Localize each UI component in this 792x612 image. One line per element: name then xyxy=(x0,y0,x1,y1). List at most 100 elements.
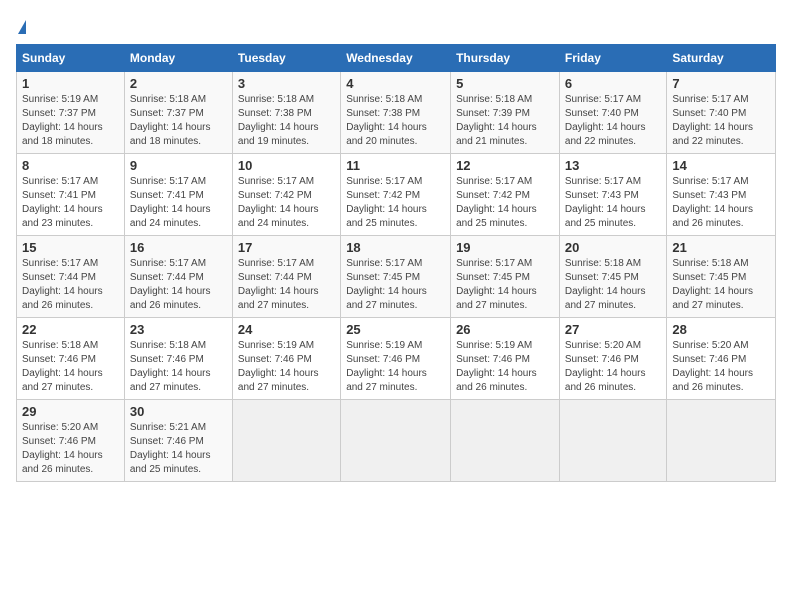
day-info: Sunrise: 5:17 AM Sunset: 7:45 PM Dayligh… xyxy=(456,257,554,313)
day-info: Sunrise: 5:17 AM Sunset: 7:44 PM Dayligh… xyxy=(238,257,335,313)
day-info: Sunrise: 5:19 AM Sunset: 7:46 PM Dayligh… xyxy=(346,339,445,395)
weekday-header-wednesday: Wednesday xyxy=(341,45,451,72)
calendar-day-cell: 3 Sunrise: 5:18 AM Sunset: 7:38 PM Dayli… xyxy=(232,72,340,154)
calendar-day-cell: 4 Sunrise: 5:18 AM Sunset: 7:38 PM Dayli… xyxy=(341,72,451,154)
calendar-day-cell: 22 Sunrise: 5:18 AM Sunset: 7:46 PM Dayl… xyxy=(17,318,125,400)
day-number: 9 xyxy=(130,158,227,173)
day-info: Sunrise: 5:18 AM Sunset: 7:45 PM Dayligh… xyxy=(565,257,661,313)
day-number: 11 xyxy=(346,158,445,173)
logo-general xyxy=(16,16,26,36)
calendar-day-cell: 9 Sunrise: 5:17 AM Sunset: 7:41 PM Dayli… xyxy=(124,154,232,236)
day-number: 3 xyxy=(238,76,335,91)
weekday-header-sunday: Sunday xyxy=(17,45,125,72)
calendar-week-row: 1 Sunrise: 5:19 AM Sunset: 7:37 PM Dayli… xyxy=(17,72,776,154)
day-number: 24 xyxy=(238,322,335,337)
calendar-day-cell: 6 Sunrise: 5:17 AM Sunset: 7:40 PM Dayli… xyxy=(559,72,666,154)
calendar-day-cell: 20 Sunrise: 5:18 AM Sunset: 7:45 PM Dayl… xyxy=(559,236,666,318)
day-info: Sunrise: 5:18 AM Sunset: 7:46 PM Dayligh… xyxy=(130,339,227,395)
empty-cell xyxy=(559,400,666,482)
calendar-day-cell: 24 Sunrise: 5:19 AM Sunset: 7:46 PM Dayl… xyxy=(232,318,340,400)
day-number: 1 xyxy=(22,76,119,91)
weekday-header-saturday: Saturday xyxy=(667,45,776,72)
day-number: 6 xyxy=(565,76,661,91)
day-info: Sunrise: 5:19 AM Sunset: 7:37 PM Dayligh… xyxy=(22,93,119,149)
day-info: Sunrise: 5:17 AM Sunset: 7:41 PM Dayligh… xyxy=(22,175,119,231)
calendar-day-cell: 25 Sunrise: 5:19 AM Sunset: 7:46 PM Dayl… xyxy=(341,318,451,400)
day-info: Sunrise: 5:17 AM Sunset: 7:43 PM Dayligh… xyxy=(672,175,770,231)
day-info: Sunrise: 5:19 AM Sunset: 7:46 PM Dayligh… xyxy=(456,339,554,395)
page-header xyxy=(16,16,776,36)
day-number: 20 xyxy=(565,240,661,255)
calendar-day-cell: 16 Sunrise: 5:17 AM Sunset: 7:44 PM Dayl… xyxy=(124,236,232,318)
day-info: Sunrise: 5:20 AM Sunset: 7:46 PM Dayligh… xyxy=(565,339,661,395)
day-number: 22 xyxy=(22,322,119,337)
weekday-header-tuesday: Tuesday xyxy=(232,45,340,72)
weekday-header-thursday: Thursday xyxy=(451,45,560,72)
calendar-week-row: 8 Sunrise: 5:17 AM Sunset: 7:41 PM Dayli… xyxy=(17,154,776,236)
calendar-day-cell: 27 Sunrise: 5:20 AM Sunset: 7:46 PM Dayl… xyxy=(559,318,666,400)
empty-cell xyxy=(451,400,560,482)
day-number: 19 xyxy=(456,240,554,255)
calendar-day-cell: 12 Sunrise: 5:17 AM Sunset: 7:42 PM Dayl… xyxy=(451,154,560,236)
day-number: 29 xyxy=(22,404,119,419)
calendar-day-cell: 17 Sunrise: 5:17 AM Sunset: 7:44 PM Dayl… xyxy=(232,236,340,318)
logo-triangle-icon xyxy=(18,20,26,34)
calendar-day-cell: 8 Sunrise: 5:17 AM Sunset: 7:41 PM Dayli… xyxy=(17,154,125,236)
day-info: Sunrise: 5:20 AM Sunset: 7:46 PM Dayligh… xyxy=(672,339,770,395)
day-info: Sunrise: 5:18 AM Sunset: 7:45 PM Dayligh… xyxy=(672,257,770,313)
day-number: 5 xyxy=(456,76,554,91)
calendar-day-cell: 10 Sunrise: 5:17 AM Sunset: 7:42 PM Dayl… xyxy=(232,154,340,236)
calendar-week-row: 15 Sunrise: 5:17 AM Sunset: 7:44 PM Dayl… xyxy=(17,236,776,318)
calendar-day-cell: 13 Sunrise: 5:17 AM Sunset: 7:43 PM Dayl… xyxy=(559,154,666,236)
day-info: Sunrise: 5:17 AM Sunset: 7:41 PM Dayligh… xyxy=(130,175,227,231)
day-info: Sunrise: 5:20 AM Sunset: 7:46 PM Dayligh… xyxy=(22,421,119,477)
calendar-day-cell: 7 Sunrise: 5:17 AM Sunset: 7:40 PM Dayli… xyxy=(667,72,776,154)
calendar-day-cell: 26 Sunrise: 5:19 AM Sunset: 7:46 PM Dayl… xyxy=(451,318,560,400)
day-info: Sunrise: 5:17 AM Sunset: 7:42 PM Dayligh… xyxy=(456,175,554,231)
calendar-week-row: 22 Sunrise: 5:18 AM Sunset: 7:46 PM Dayl… xyxy=(17,318,776,400)
day-number: 10 xyxy=(238,158,335,173)
day-number: 16 xyxy=(130,240,227,255)
day-number: 23 xyxy=(130,322,227,337)
day-number: 4 xyxy=(346,76,445,91)
day-number: 28 xyxy=(672,322,770,337)
calendar-week-row: 29 Sunrise: 5:20 AM Sunset: 7:46 PM Dayl… xyxy=(17,400,776,482)
day-number: 14 xyxy=(672,158,770,173)
calendar-day-cell: 14 Sunrise: 5:17 AM Sunset: 7:43 PM Dayl… xyxy=(667,154,776,236)
calendar-day-cell: 19 Sunrise: 5:17 AM Sunset: 7:45 PM Dayl… xyxy=(451,236,560,318)
weekday-header-monday: Monday xyxy=(124,45,232,72)
calendar-day-cell: 30 Sunrise: 5:21 AM Sunset: 7:46 PM Dayl… xyxy=(124,400,232,482)
empty-cell xyxy=(232,400,340,482)
calendar-day-cell: 29 Sunrise: 5:20 AM Sunset: 7:46 PM Dayl… xyxy=(17,400,125,482)
day-info: Sunrise: 5:17 AM Sunset: 7:42 PM Dayligh… xyxy=(346,175,445,231)
empty-cell xyxy=(667,400,776,482)
day-info: Sunrise: 5:17 AM Sunset: 7:44 PM Dayligh… xyxy=(22,257,119,313)
day-info: Sunrise: 5:17 AM Sunset: 7:44 PM Dayligh… xyxy=(130,257,227,313)
day-number: 27 xyxy=(565,322,661,337)
calendar-day-cell: 21 Sunrise: 5:18 AM Sunset: 7:45 PM Dayl… xyxy=(667,236,776,318)
day-info: Sunrise: 5:17 AM Sunset: 7:42 PM Dayligh… xyxy=(238,175,335,231)
day-info: Sunrise: 5:18 AM Sunset: 7:38 PM Dayligh… xyxy=(346,93,445,149)
day-number: 13 xyxy=(565,158,661,173)
day-info: Sunrise: 5:21 AM Sunset: 7:46 PM Dayligh… xyxy=(130,421,227,477)
day-number: 17 xyxy=(238,240,335,255)
day-number: 8 xyxy=(22,158,119,173)
day-number: 26 xyxy=(456,322,554,337)
day-number: 21 xyxy=(672,240,770,255)
day-number: 7 xyxy=(672,76,770,91)
weekday-header-friday: Friday xyxy=(559,45,666,72)
day-info: Sunrise: 5:17 AM Sunset: 7:40 PM Dayligh… xyxy=(672,93,770,149)
day-info: Sunrise: 5:18 AM Sunset: 7:39 PM Dayligh… xyxy=(456,93,554,149)
day-info: Sunrise: 5:17 AM Sunset: 7:45 PM Dayligh… xyxy=(346,257,445,313)
calendar-day-cell: 18 Sunrise: 5:17 AM Sunset: 7:45 PM Dayl… xyxy=(341,236,451,318)
day-info: Sunrise: 5:18 AM Sunset: 7:46 PM Dayligh… xyxy=(22,339,119,395)
calendar-table: SundayMondayTuesdayWednesdayThursdayFrid… xyxy=(16,44,776,482)
day-number: 12 xyxy=(456,158,554,173)
calendar-day-cell: 23 Sunrise: 5:18 AM Sunset: 7:46 PM Dayl… xyxy=(124,318,232,400)
day-number: 25 xyxy=(346,322,445,337)
day-info: Sunrise: 5:18 AM Sunset: 7:37 PM Dayligh… xyxy=(130,93,227,149)
day-number: 15 xyxy=(22,240,119,255)
day-info: Sunrise: 5:19 AM Sunset: 7:46 PM Dayligh… xyxy=(238,339,335,395)
calendar-day-cell: 11 Sunrise: 5:17 AM Sunset: 7:42 PM Dayl… xyxy=(341,154,451,236)
weekday-header-row: SundayMondayTuesdayWednesdayThursdayFrid… xyxy=(17,45,776,72)
